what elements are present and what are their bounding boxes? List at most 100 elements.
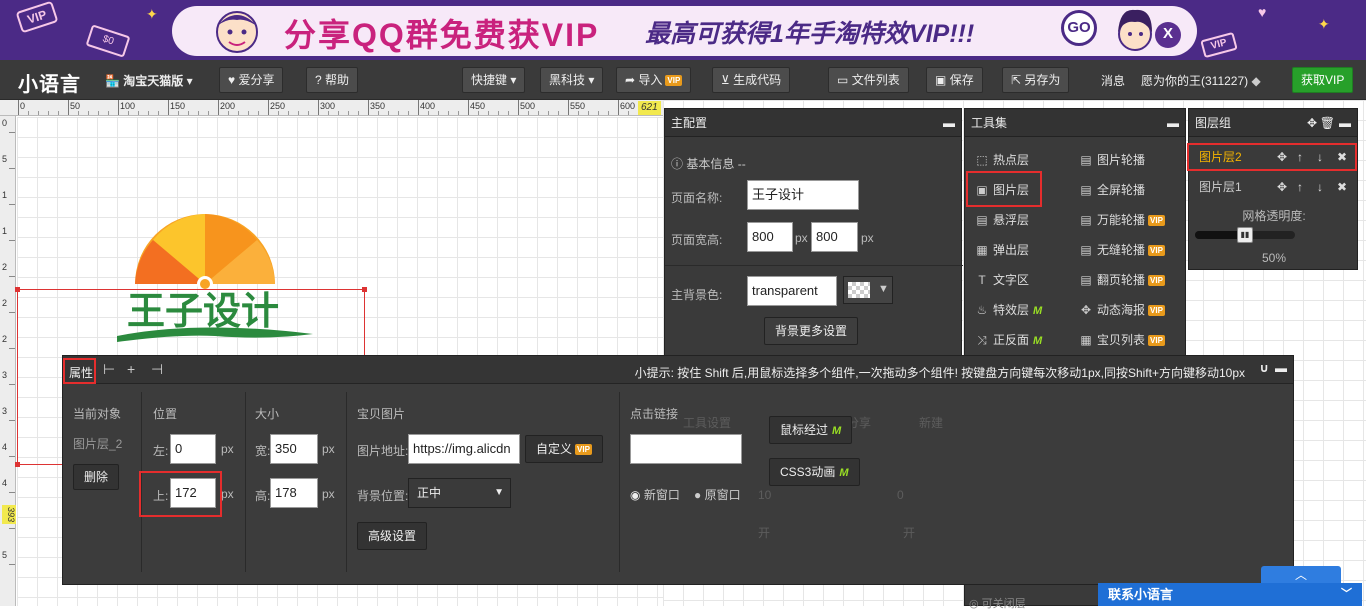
ruler-subtick	[338, 111, 339, 115]
layers-title: 图层组	[1195, 116, 1232, 130]
help-button[interactable]: ? 帮助	[306, 67, 359, 93]
bg-position-label: 背景位置:	[357, 489, 409, 503]
more-bg-settings-button[interactable]: 背景更多设置	[764, 317, 859, 345]
page-width-input[interactable]: 800	[747, 222, 793, 252]
custom-button[interactable]: 自定义 VIP	[525, 435, 603, 463]
blacktech-button[interactable]: 黑科技 ▾	[540, 67, 604, 93]
page-name-label: 页面名称:	[671, 191, 723, 205]
tool-0[interactable]: ⬚ 热点层	[975, 151, 1029, 168]
trash-icon[interactable]: 🗑	[1320, 109, 1335, 137]
css3-animation-button[interactable]: CSS3动画 M	[769, 458, 860, 486]
money-icon: $0	[85, 24, 131, 58]
color-picker[interactable]: ▼	[843, 276, 893, 304]
click-link-input[interactable]	[630, 434, 742, 464]
promo-banner[interactable]: VIP $0 ✦ 分享QQ群免费获VIP 最高可获得1年手淘特效VIP!!! G…	[0, 0, 1366, 60]
ghost-value: 开	[903, 526, 916, 540]
align-left-icon[interactable]: ⊢	[103, 361, 115, 378]
left-input[interactable]: 0	[170, 434, 216, 464]
highlight-box	[63, 358, 96, 384]
save-icon: ▣	[935, 73, 947, 87]
shortcut-button[interactable]: 快捷键 ▾	[462, 67, 526, 93]
new-window-radio[interactable]: ◉ 新窗口	[630, 486, 680, 503]
tool-6[interactable]: ⤨ 正反面 M	[975, 331, 1042, 348]
tool-5[interactable]: ♨ 特效层 M	[975, 301, 1043, 318]
image-url-input[interactable]: https://img.alicdn	[408, 434, 520, 464]
advanced-settings-button[interactable]: 高级设置	[357, 522, 428, 550]
mouse-hover-button[interactable]: 鼠标经过 M	[769, 416, 853, 444]
minimize-icon[interactable]: ▬	[1339, 109, 1351, 137]
close-icon[interactable]: ✖	[1337, 173, 1347, 201]
go-button[interactable]: GO	[1061, 10, 1097, 46]
contact-bar[interactable]: 联系小语言 ﹀	[1098, 583, 1362, 606]
carousel-tool-2[interactable]: ▤ 万能轮播 VIP	[1079, 211, 1165, 228]
saveas-button[interactable]: ⇱ 另存为	[1002, 67, 1070, 93]
ruler-tick-label: 1	[2, 226, 8, 236]
divider	[245, 392, 246, 572]
save-button[interactable]: ▣ 保存	[926, 67, 983, 93]
save-label: 保存	[949, 73, 974, 87]
ruler-tick-label: 3	[2, 370, 8, 380]
ruler-tick	[9, 564, 15, 565]
ruler-subtick	[98, 111, 99, 115]
height-input[interactable]: 178	[270, 478, 318, 508]
selection-handle[interactable]	[15, 462, 20, 467]
layer-row[interactable]: 图片层1 ✥ ↑ ↓ ✖	[1189, 173, 1357, 201]
magnet-icon[interactable]: ∪	[1259, 361, 1269, 375]
closable-layer-item[interactable]: ◎ 可关闭层	[969, 595, 1026, 611]
filelist-button[interactable]: ▭ 文件列表	[828, 67, 909, 93]
share-label: 爱分享	[238, 73, 275, 87]
minimize-icon[interactable]: ▬	[1167, 109, 1179, 137]
minimize-icon[interactable]: ▬	[1275, 361, 1287, 375]
tool-label: 万能轮播	[1097, 213, 1146, 227]
page-name-input[interactable]: 王子设计	[747, 180, 859, 210]
bg-position-select[interactable]: 正中 ▼	[408, 478, 511, 508]
import-button[interactable]: ➦ 导入 VIP	[616, 67, 692, 93]
carousel-tool-5[interactable]: ✥ 动态海报 VIP	[1079, 301, 1165, 318]
generate-code-button[interactable]: ⊻ 生成代码	[712, 67, 791, 93]
page-height-input[interactable]: 800	[811, 222, 858, 252]
move-icon[interactable]: ✥	[1277, 173, 1287, 201]
share-button[interactable]: ♥ 爱分享	[219, 67, 284, 93]
align-center-icon[interactable]: +	[127, 361, 135, 377]
carousel-tool-4[interactable]: ▤ 翻页轮播 VIP	[1079, 271, 1165, 288]
ruler-tick	[368, 100, 369, 115]
bg-color-input[interactable]: transparent	[747, 276, 837, 306]
delete-button[interactable]: 删除	[73, 464, 120, 490]
tool-2[interactable]: ▤ 悬浮层	[975, 211, 1029, 228]
click-link-label: 点击链接	[630, 407, 679, 421]
ruler-subtick	[308, 111, 309, 115]
arrow-up-icon[interactable]: ↑	[1297, 173, 1303, 201]
px-unit: px	[322, 487, 335, 501]
selection-handle[interactable]	[15, 287, 20, 292]
ruler-tick-label: 0	[2, 118, 8, 128]
message-link[interactable]: 消息	[1101, 72, 1125, 89]
scroll-top-button[interactable]: ︿	[1261, 566, 1341, 584]
blacktech-label: 黑科技	[549, 73, 586, 87]
minimize-icon[interactable]: ▬	[943, 109, 955, 137]
carousel-tool-1[interactable]: ▤ 全屏轮播	[1079, 181, 1145, 198]
get-vip-button[interactable]: 获取VIP	[1292, 67, 1354, 93]
carousel-tool-6[interactable]: ▦ 宝贝列表 VIP	[1079, 331, 1165, 348]
arrow-down-icon[interactable]: ↓	[1317, 173, 1323, 201]
carousel-tool-3[interactable]: ▤ 无缝轮播 VIP	[1079, 241, 1165, 258]
opacity-slider[interactable]: ▮▮	[1195, 227, 1295, 243]
align-right-icon[interactable]: ⊣	[151, 361, 163, 378]
ruler-tick-label: 50	[70, 101, 81, 111]
info-icon: ⓘ	[671, 157, 684, 171]
user-menu[interactable]: 愿为你的王(311227) ◆	[1141, 72, 1261, 89]
selection-handle[interactable]	[362, 287, 367, 292]
move-icon[interactable]: ✥	[1307, 109, 1317, 137]
slider-handle[interactable]: ▮▮	[1237, 227, 1253, 243]
ghost-tool-settings: 工具设置	[683, 416, 732, 430]
original-window-radio[interactable]: ● 原窗口	[694, 486, 741, 503]
shop-select[interactable]: 🏪 淘宝天猫版 ▾	[105, 72, 193, 89]
ruler-subtick	[428, 111, 429, 115]
ruler-tick-label: 2	[2, 298, 8, 308]
tool-3[interactable]: ▦ 弹出层	[975, 241, 1029, 258]
width-input[interactable]: 350	[270, 434, 318, 464]
tool-4[interactable]: T 文字区	[975, 271, 1029, 288]
image-url-label: 图片地址:	[357, 444, 409, 458]
carousel-tool-0[interactable]: ▤ 图片轮播	[1079, 151, 1145, 168]
banner-close-button[interactable]: X	[1155, 22, 1181, 48]
ruler-tick	[618, 100, 619, 115]
